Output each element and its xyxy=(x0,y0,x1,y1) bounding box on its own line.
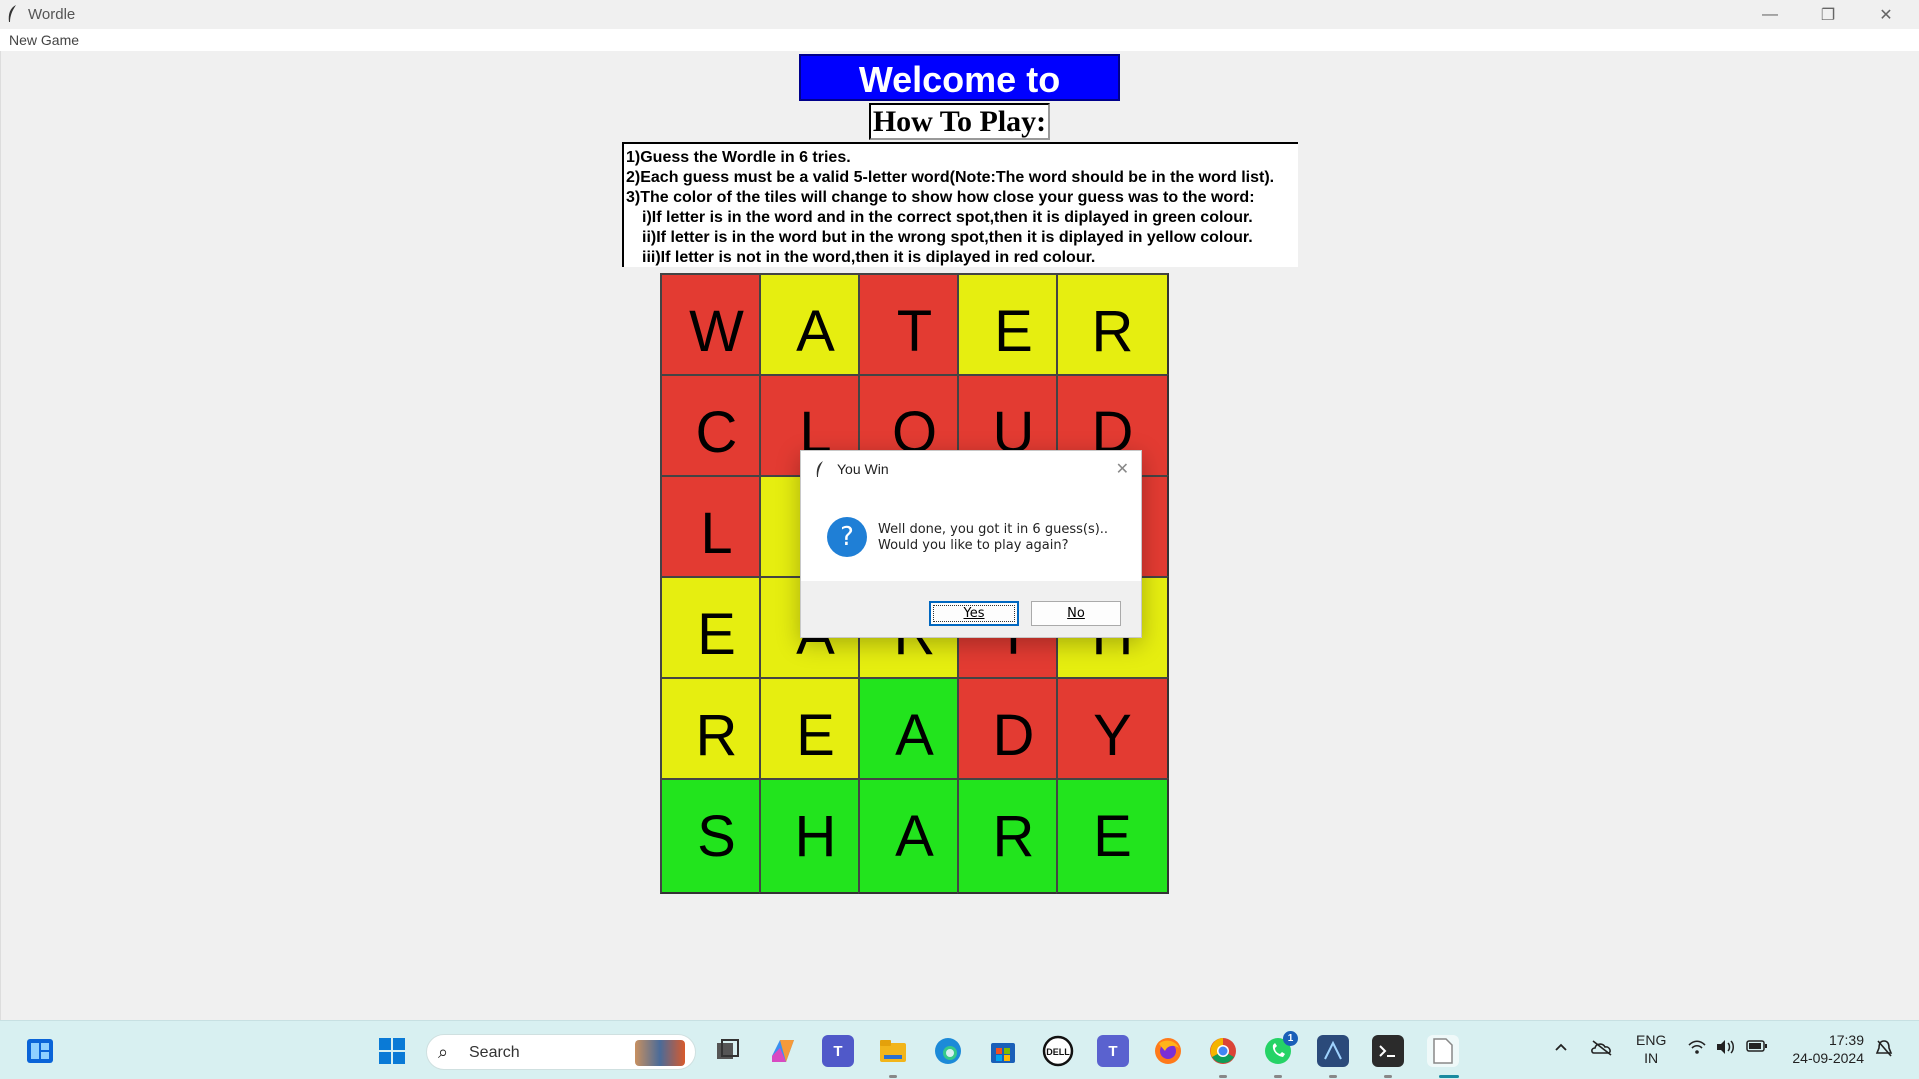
teams-work-icon[interactable]: T xyxy=(1097,1035,1129,1067)
rule-3-red: iii)If letter is not in the word,then it… xyxy=(642,249,1096,266)
wifi-icon[interactable] xyxy=(1688,1039,1706,1059)
chrome-icon[interactable] xyxy=(1207,1035,1239,1067)
terminal-running-indicator xyxy=(1384,1075,1392,1078)
svg-text:DELL: DELL xyxy=(1046,1047,1070,1057)
file-explorer-icon[interactable] xyxy=(877,1035,909,1067)
question-icon: ? xyxy=(827,517,867,557)
notepad-active-indicator xyxy=(1439,1075,1459,1078)
tile-r6-c1: S xyxy=(660,778,773,894)
dialog-title-bar: You Win ✕ xyxy=(801,451,1141,487)
yes-button[interactable]: Yes xyxy=(929,601,1019,626)
dialog-footer: Yes No xyxy=(801,581,1141,637)
search-placeholder: Search xyxy=(469,1044,520,1061)
tile-r1-c4: E xyxy=(957,273,1070,389)
dialog-message-line-1: Well done, you got it in 6 guess(s).. xyxy=(878,522,1109,537)
tile-r1-c5: R xyxy=(1056,273,1169,389)
region-code: IN xyxy=(1644,1050,1659,1066)
chrome-running-indicator xyxy=(1219,1075,1227,1078)
firefox-icon[interactable] xyxy=(1152,1035,1184,1067)
tile-r5-c4: D xyxy=(957,677,1070,793)
dell-icon[interactable]: DELL xyxy=(1042,1035,1074,1067)
no-button[interactable]: No xyxy=(1031,601,1121,626)
notepad-icon[interactable] xyxy=(1427,1035,1459,1067)
terminal-icon[interactable] xyxy=(1372,1035,1404,1067)
rule-2: 2)Each guess must be a valid 5-letter wo… xyxy=(626,169,1275,186)
menu-new-game[interactable]: New Game xyxy=(9,32,79,48)
widgets-icon[interactable] xyxy=(24,1035,56,1067)
language-indicator[interactable]: ENG IN xyxy=(1636,1031,1666,1067)
tray-overflow-icon[interactable] xyxy=(1553,1039,1569,1059)
minimize-button[interactable]: — xyxy=(1741,0,1799,29)
search-highlight-art xyxy=(635,1040,685,1066)
window-title: Wordle xyxy=(28,6,76,23)
battery-icon[interactable] xyxy=(1746,1039,1768,1057)
clock-date: 24-09-2024 xyxy=(1792,1050,1864,1066)
tile-r1-c1: W xyxy=(660,273,773,389)
rule-3-yellow: ii)If letter is in the word but in the w… xyxy=(642,229,1253,246)
whatsapp-badge: 1 xyxy=(1283,1031,1298,1046)
teams-icon[interactable]: T xyxy=(822,1035,854,1067)
tile-r1-c3: T xyxy=(858,273,971,389)
store-icon[interactable] xyxy=(987,1035,1019,1067)
tile-r6-c4: R xyxy=(957,778,1070,894)
welcome-heading: Welcome to wordle xyxy=(799,54,1120,147)
clock-time: 17:39 xyxy=(1828,1032,1864,1048)
title-bar: Wordle — ❐ ✕ xyxy=(0,0,1919,29)
close-button[interactable]: ✕ xyxy=(1857,0,1915,29)
language-code: ENG xyxy=(1636,1032,1667,1048)
rules-box: 1)Guess the Wordle in 6 tries. 2)Each gu… xyxy=(622,142,1298,267)
tile-r4-c1: E xyxy=(660,576,773,692)
feather-icon xyxy=(816,461,823,477)
rule-3: 3)The color of the tiles will change to … xyxy=(626,189,1255,206)
taskbar: ⌕ Search T DELL T 1 ENG IN 17:39 24-09-2… xyxy=(0,1020,1919,1079)
tile-r5-c1: R xyxy=(660,677,773,793)
menu-bar: New Game xyxy=(0,29,1919,51)
maximize-button[interactable]: ❐ xyxy=(1799,0,1857,29)
python-idle-icon[interactable] xyxy=(1317,1035,1349,1067)
dialog-message: Well done, you got it in 6 guess(s).. Wo… xyxy=(878,522,1108,554)
start-icon[interactable] xyxy=(376,1035,408,1067)
tile-r3-c1: L xyxy=(660,475,773,591)
you-win-dialog: You Win ✕ ? Well done, you got it in 6 g… xyxy=(800,450,1142,638)
whatsapp-icon[interactable]: 1 xyxy=(1262,1031,1298,1067)
how-to-play-heading: How To Play: xyxy=(869,103,1050,140)
tile-r2-c1: C xyxy=(660,374,773,490)
volume-icon[interactable] xyxy=(1715,1039,1735,1059)
tile-r5-c3: A xyxy=(858,677,971,793)
feather-icon xyxy=(8,5,16,22)
tile-r5-c5: Y xyxy=(1056,677,1169,793)
rule-3-green: i)If letter is in the word and in the co… xyxy=(642,209,1253,226)
file-explorer-running-indicator xyxy=(889,1075,897,1078)
copilot-icon[interactable] xyxy=(767,1035,799,1067)
dialog-message-line-2: Would you like to play again? xyxy=(878,538,1069,553)
task-view-icon[interactable] xyxy=(712,1035,744,1067)
dialog-close-icon[interactable]: ✕ xyxy=(1116,459,1129,479)
tile-r6-c3: A xyxy=(858,778,971,894)
search-icon: ⌕ xyxy=(438,1042,449,1062)
taskbar-clock[interactable]: 17:39 24-09-2024 xyxy=(1786,1031,1864,1067)
notification-icon[interactable] xyxy=(1874,1039,1894,1063)
dialog-title: You Win xyxy=(837,461,889,477)
edge-icon[interactable] xyxy=(932,1035,964,1067)
python-idle-running-indicator xyxy=(1329,1075,1337,1078)
tile-r5-c2: E xyxy=(759,677,872,793)
tile-r6-c2: H xyxy=(759,778,872,894)
tile-r6-c5: E xyxy=(1056,778,1169,894)
taskbar-search[interactable]: ⌕ Search xyxy=(426,1034,696,1070)
whatsapp-running-indicator xyxy=(1274,1075,1282,1078)
tile-r1-c2: A xyxy=(759,273,872,389)
dialog-body: ? Well done, you got it in 6 guess(s).. … xyxy=(801,487,1141,581)
onedrive-offline-icon[interactable] xyxy=(1590,1039,1614,1061)
rule-1: 1)Guess the Wordle in 6 tries. xyxy=(626,149,851,166)
